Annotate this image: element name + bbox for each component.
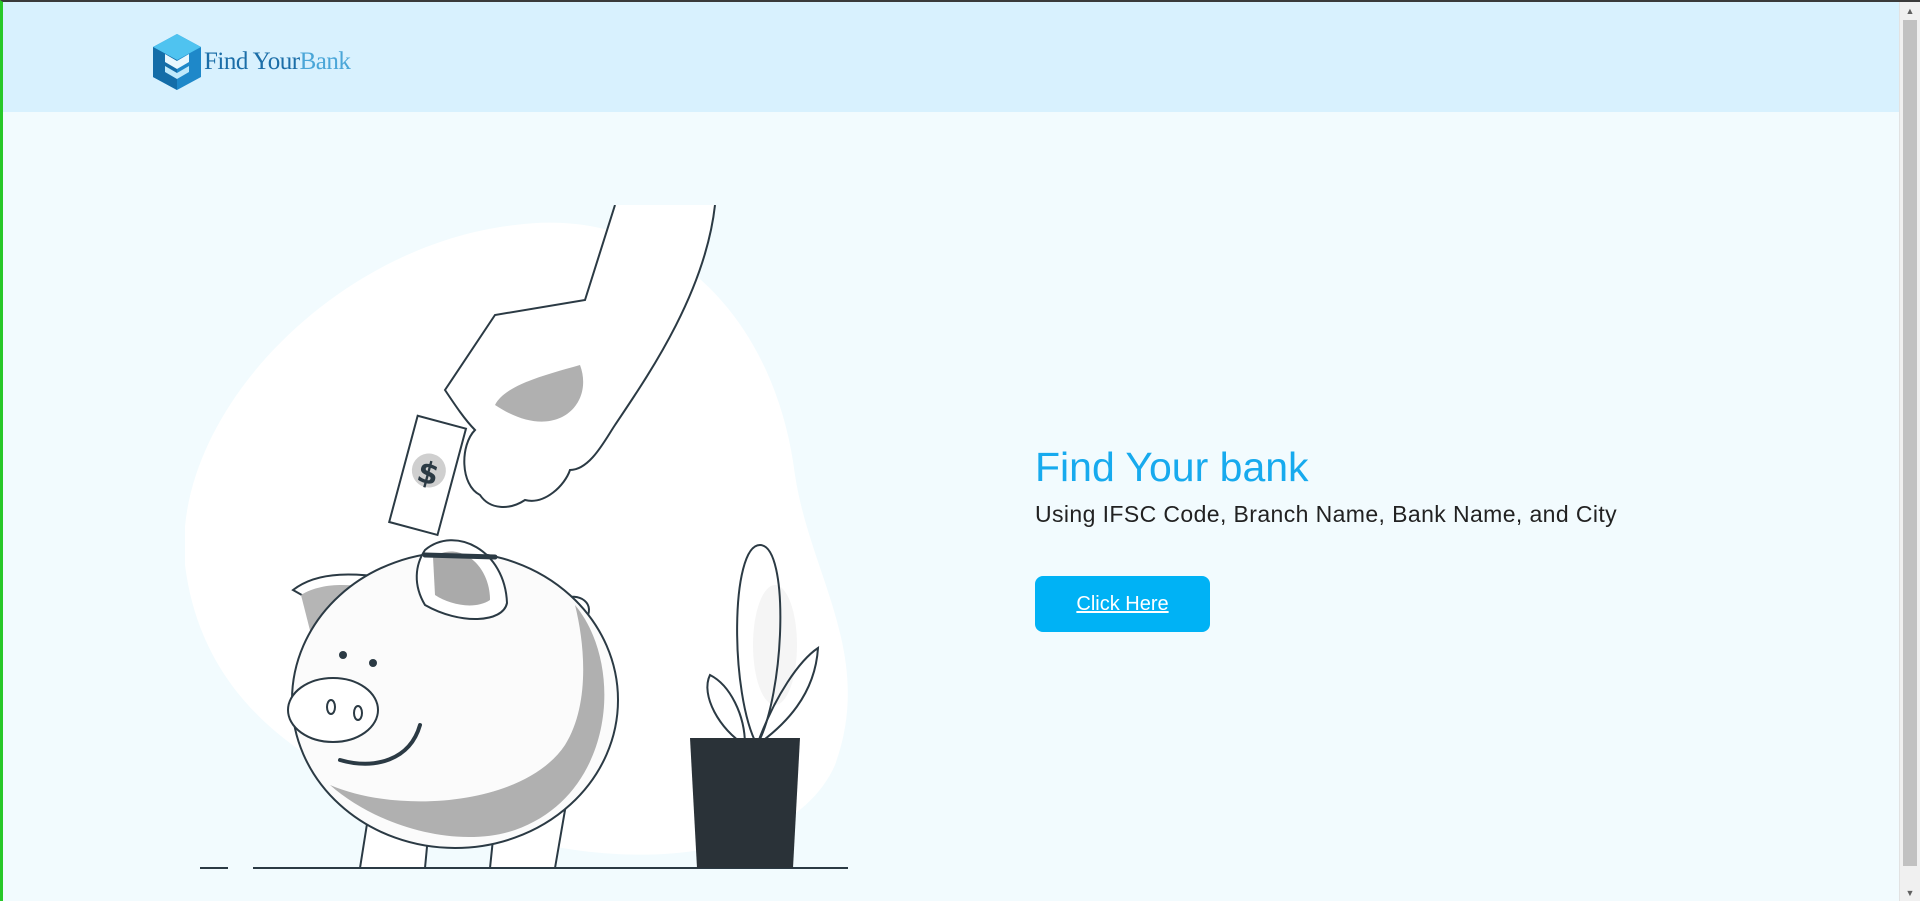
hero-section: Find Your bank Using IFSC Code, Branch N… — [1035, 442, 1635, 632]
scroll-down-arrow-icon[interactable]: ▼ — [1900, 884, 1920, 901]
hero-subtitle: Using IFSC Code, Branch Name, Bank Name,… — [1035, 501, 1618, 527]
cube-logo-icon — [153, 34, 201, 90]
piggy-bank-illustration: $ — [184, 204, 865, 875]
click-here-button[interactable]: Click Here — [1035, 576, 1210, 632]
site-header: Find YourBank — [3, 2, 1899, 112]
scroll-up-arrow-icon[interactable]: ▲ — [1900, 2, 1920, 19]
brand-name-part2: Bank — [299, 48, 351, 75]
vertical-scrollbar[interactable]: ▲ ▼ — [1899, 2, 1920, 901]
brand-name-part1: Find Your — [204, 48, 300, 75]
brand-logo[interactable]: Find YourBank — [151, 32, 351, 92]
brand-name: Find YourBank — [204, 48, 351, 76]
hero-title: Find Your bank — [1035, 444, 1309, 490]
scrollbar-thumb[interactable] — [1903, 20, 1917, 866]
